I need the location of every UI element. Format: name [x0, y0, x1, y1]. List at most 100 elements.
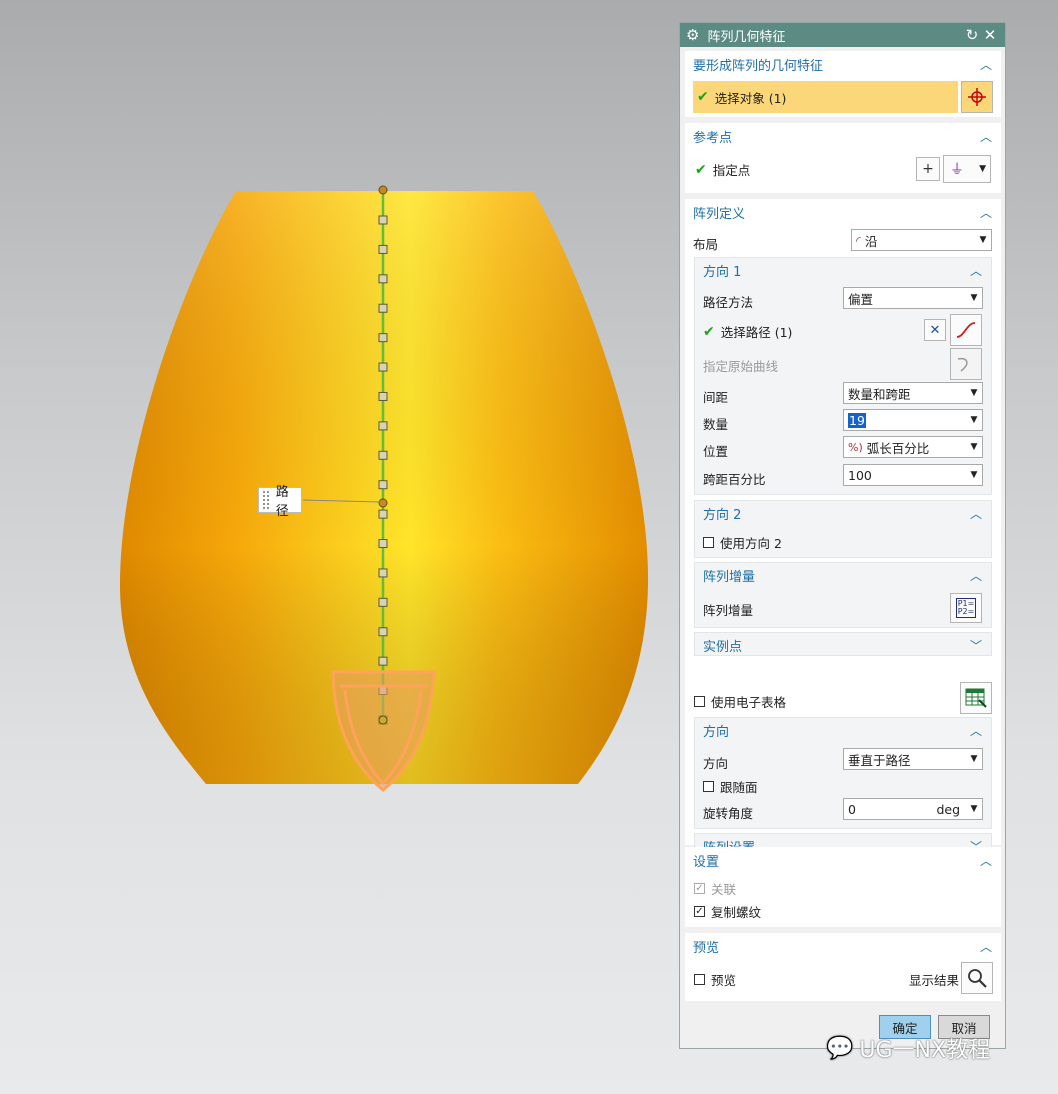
curve-select-button[interactable]: [950, 314, 982, 346]
spacing-dropdown[interactable]: 数量和跨距 ▼: [843, 382, 983, 404]
follow-face-row[interactable]: 跟随面: [703, 777, 758, 796]
point-dialog-button[interactable]: +: [916, 157, 940, 181]
point-type-dropdown[interactable]: ⏚ ▼: [943, 155, 991, 183]
model-view: [120, 185, 649, 792]
rotation-angle-value: 0: [848, 801, 856, 817]
subgroup-header[interactable]: 阵列增量 ︿: [695, 563, 991, 587]
spreadsheet-button[interactable]: [960, 682, 992, 714]
dialog-titlebar[interactable]: ⚙ 阵列几何特征 ↻ ✕: [680, 23, 1005, 47]
span-percent-input[interactable]: 100 ▼: [843, 464, 983, 486]
subgroup-title: 方向 1: [703, 264, 742, 280]
show-result-label: 显示结果: [909, 973, 960, 988]
chevron-up-icon[interactable]: ︿: [969, 262, 983, 279]
array-instance-marker: [378, 421, 388, 431]
dropdown-arrow-icon: ▼: [970, 470, 978, 480]
subgroup-header[interactable]: 方向 2 ︿: [695, 501, 991, 525]
crosshair-select-button[interactable]: [961, 81, 993, 113]
chevron-up-icon[interactable]: ︿: [979, 852, 993, 869]
curve-icon: [956, 322, 976, 338]
path-label-text: 路径: [275, 485, 289, 519]
group-title: 阵列定义: [693, 206, 746, 222]
array-instance-marker: [378, 333, 388, 343]
copy-thread-label: 复制螺纹: [711, 905, 762, 920]
associative-row: ✓ 关联: [694, 879, 736, 898]
chevron-up-icon[interactable]: ︿: [969, 505, 983, 522]
rotation-angle-input[interactable]: 0 deg ▼: [843, 798, 983, 820]
increment-button[interactable]: P1= P2=: [950, 593, 982, 623]
span-percent-value: 100: [848, 467, 872, 483]
specify-point-row: ✔ 指定点: [695, 160, 750, 179]
copy-thread-checkbox[interactable]: ✓: [694, 906, 705, 917]
subgroup-direction-2: 方向 2 ︿ 使用方向 2: [694, 500, 992, 558]
select-path-row[interactable]: ✔ 选择路径 (1): [703, 322, 792, 341]
select-object-row[interactable]: ✔ 选择对象 (1): [693, 81, 958, 113]
p1-p2-icon: P1= P2=: [955, 598, 977, 618]
chevron-up-icon[interactable]: ︿: [979, 56, 993, 73]
group-header[interactable]: 设置 ︿: [685, 847, 1001, 873]
subgroup-header[interactable]: 实例点 ﹀: [695, 633, 991, 657]
reset-icon[interactable]: ↻: [963, 26, 981, 44]
path-method-value: 偏置: [848, 291, 874, 307]
crosshair-icon: [968, 88, 986, 106]
orig-curve-button[interactable]: [950, 348, 982, 380]
graphics-viewport[interactable]: 路径: [0, 0, 680, 1094]
group-title: 设置: [693, 854, 720, 870]
span-percent-label: 跨距百分比: [703, 472, 766, 487]
group-header[interactable]: 阵列定义 ︿: [685, 199, 1001, 225]
layout-dropdown[interactable]: ◜ 沿 ▼: [851, 229, 992, 251]
chevron-down-icon[interactable]: ﹀: [969, 637, 983, 654]
group-header[interactable]: 参考点 ︿: [685, 123, 1001, 149]
chevron-up-icon[interactable]: ︿: [979, 128, 993, 145]
group-header[interactable]: 要形成阵列的几何特征 ︿: [685, 51, 1001, 77]
array-instance-marker: [378, 244, 388, 254]
group-header[interactable]: 预览 ︿: [685, 933, 1001, 959]
close-icon[interactable]: ✕: [981, 26, 999, 44]
chevron-up-icon[interactable]: ︿: [969, 567, 983, 584]
position-dropdown[interactable]: %) 弧长百分比 ▼: [843, 436, 983, 458]
check-icon: ✔: [695, 161, 707, 178]
orientation-dropdown[interactable]: 垂直于路径 ▼: [843, 748, 983, 770]
path-method-dropdown[interactable]: 偏置 ▼: [843, 287, 983, 309]
follow-face-label: 跟随面: [720, 780, 758, 795]
preview-checkbox[interactable]: [694, 974, 705, 985]
group-title: 要形成阵列的几何特征: [693, 58, 824, 74]
drag-grip-icon[interactable]: [262, 490, 270, 510]
inferred-point-icon: ⏚: [950, 162, 964, 178]
pattern-geometry-dialog: ⚙ 阵列几何特征 ↻ ✕ 要形成阵列的几何特征 ︿ ✔ 选择对象 (1) 参考点…: [679, 22, 1006, 1049]
show-result-button[interactable]: [961, 962, 993, 994]
subgroup-header[interactable]: 方向 ︿: [695, 718, 991, 742]
spacing-label: 间距: [703, 390, 729, 405]
dropdown-arrow-icon: ▼: [970, 415, 978, 425]
subgroup-instance-point: 实例点 ﹀: [694, 632, 992, 656]
subgroup-orientation: 方向 ︿ 方向 垂直于路径 ▼ 跟随面 旋转角度 0 deg ▼: [694, 717, 992, 829]
reverse-direction-icon: ✕: [929, 322, 941, 338]
array-instance-marker: [378, 627, 388, 637]
orientation-value: 垂直于路径: [848, 752, 911, 768]
increment-label: 阵列增量: [703, 603, 754, 618]
group-title: 预览: [693, 940, 720, 956]
rotation-angle-label: 旋转角度: [703, 806, 754, 821]
chevron-up-icon[interactable]: ︿: [969, 722, 983, 739]
array-instance-marker: [378, 362, 388, 372]
group-title: 参考点: [693, 130, 733, 146]
dropdown-arrow-icon: ▼: [979, 164, 986, 174]
count-input[interactable]: 19 ▼: [843, 409, 983, 431]
check-icon: ✔: [697, 89, 709, 105]
reverse-direction-button[interactable]: ✕: [924, 319, 946, 341]
group-pattern-definition: 阵列定义 ︿ 布局 ◜ 沿 ▼ 方向 1 ︿ 路径方法 偏置 ▼ ✔ 选择路径 …: [685, 199, 1001, 857]
use-direction-2-label: 使用方向 2: [720, 536, 782, 551]
array-instance-marker: [378, 597, 388, 607]
use-direction-2-checkbox[interactable]: [703, 537, 714, 548]
subgroup-title: 方向: [703, 724, 730, 740]
chevron-up-icon[interactable]: ︿: [979, 938, 993, 955]
subgroup-header[interactable]: 方向 1 ︿: [695, 258, 991, 282]
copy-thread-row[interactable]: ✓ 复制螺纹: [694, 902, 761, 921]
point-plus-icon: +: [922, 161, 934, 177]
use-direction-2-row[interactable]: 使用方向 2: [703, 533, 782, 552]
follow-face-checkbox[interactable]: [703, 781, 714, 792]
use-spreadsheet-row[interactable]: 使用电子表格: [694, 692, 786, 711]
preview-row[interactable]: 预览: [694, 970, 736, 989]
use-spreadsheet-checkbox[interactable]: [694, 696, 705, 707]
subgroup-title: 阵列增量: [703, 569, 756, 585]
chevron-up-icon[interactable]: ︿: [979, 204, 993, 221]
